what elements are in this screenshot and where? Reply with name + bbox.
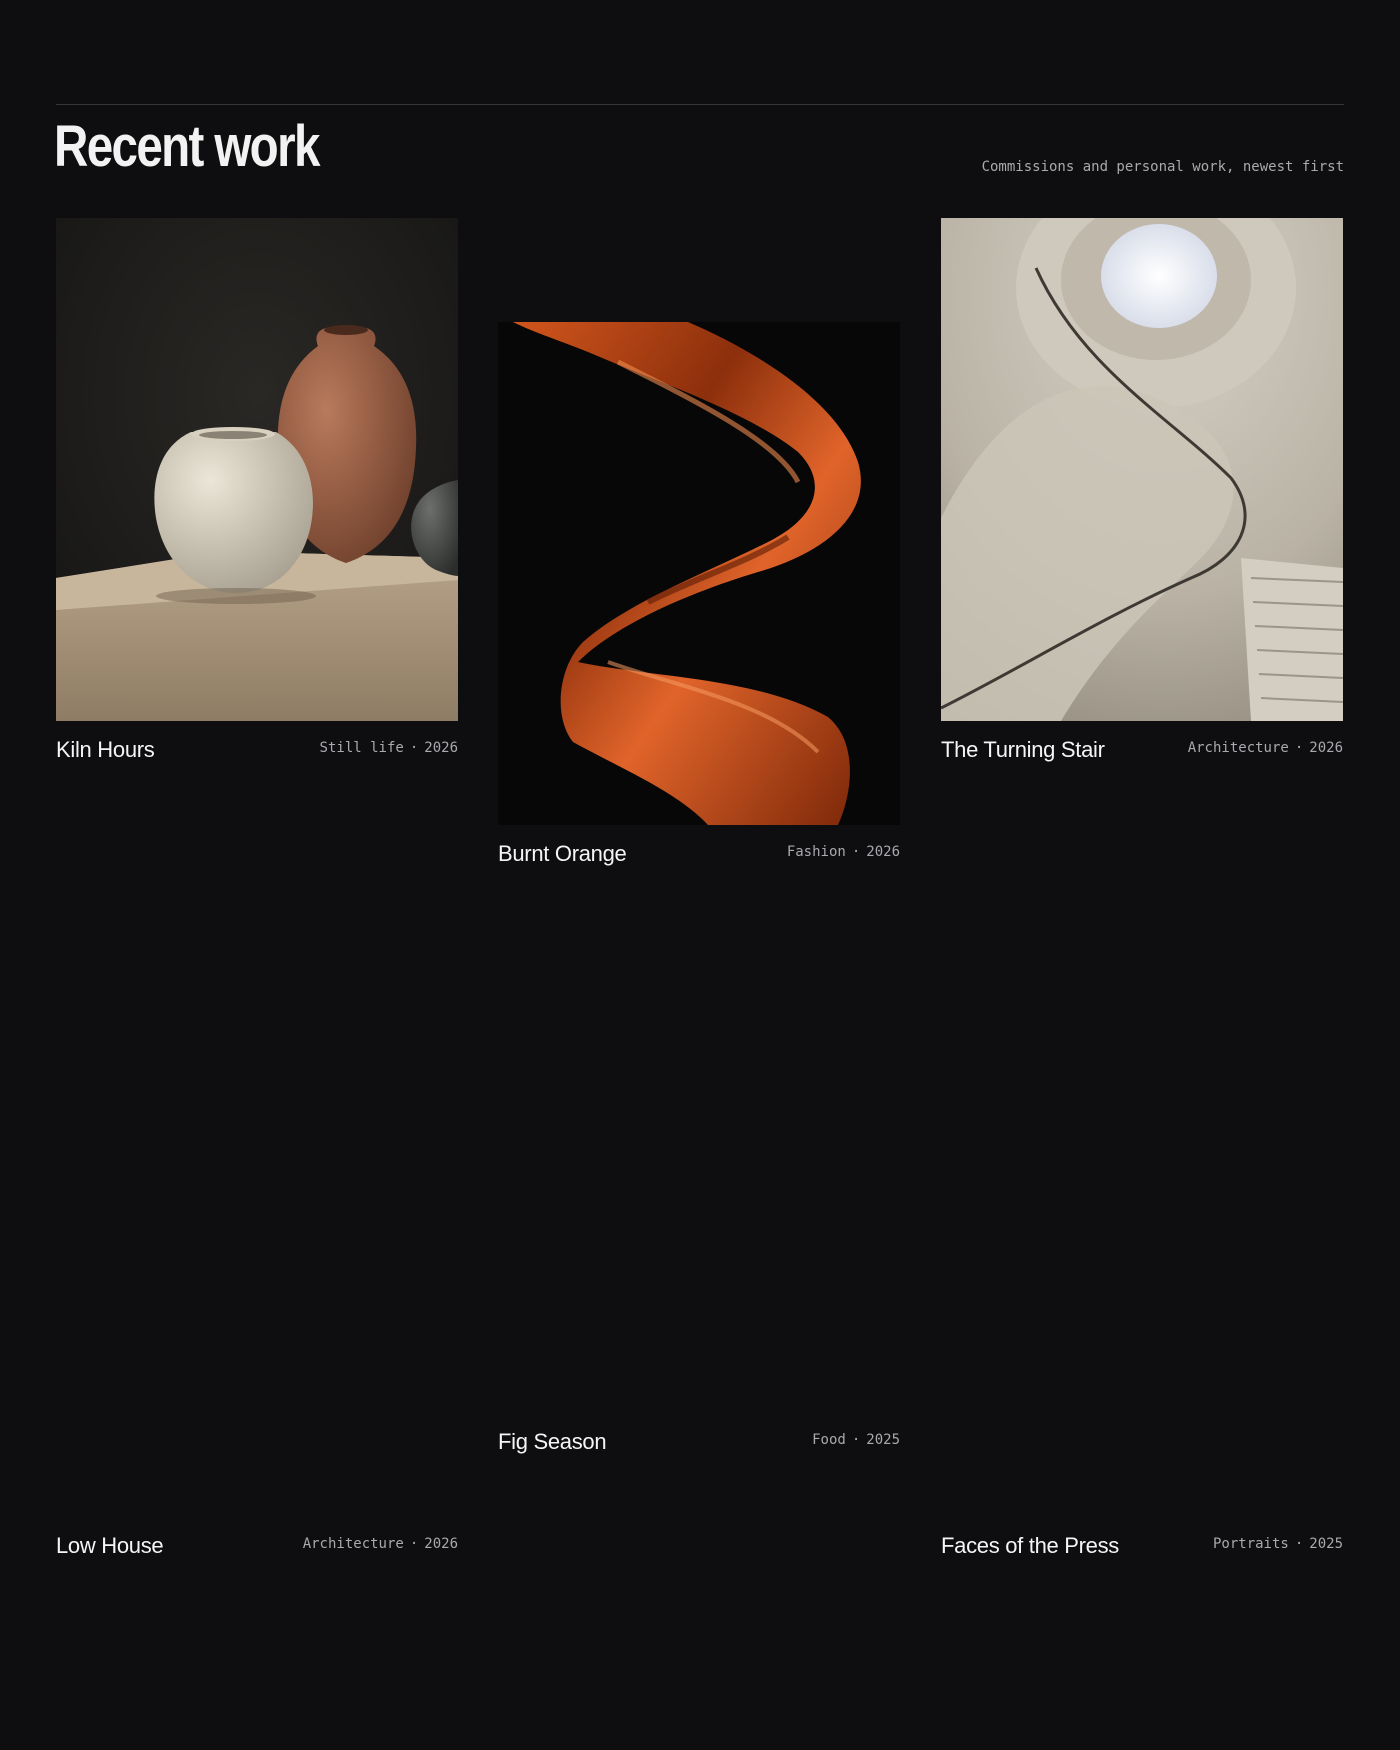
project-title[interactable]: Kiln Hours (56, 736, 155, 764)
project-title[interactable]: The Turning Stair (941, 736, 1105, 764)
project-caption: Faces of the Press Portraits · 2025 (941, 1532, 1343, 1562)
project-meta: Still life · 2026 (319, 740, 458, 756)
project-meta: Architecture · 2026 (1187, 740, 1343, 756)
project-caption: Burnt Orange Fashion · 2026 (498, 840, 900, 870)
project-title[interactable]: Faces of the Press (941, 1532, 1119, 1560)
page-subtitle: Commissions and personal work, newest fi… (981, 159, 1344, 175)
project-title[interactable]: Fig Season (498, 1428, 607, 1456)
project-image-spiral-staircase[interactable] (941, 218, 1343, 721)
project-meta: Architecture · 2026 (302, 1536, 458, 1552)
project-caption: Low House Architecture · 2026 (56, 1532, 458, 1562)
project-meta: Food · 2025 (812, 1432, 900, 1448)
project-card-kiln-hours[interactable]: Kiln Hours Still life · 2026 (56, 218, 458, 762)
project-caption: Kiln Hours Still life · 2026 (56, 736, 458, 766)
project-meta: Portraits · 2025 (1212, 1536, 1343, 1552)
project-image-ceramic-vases[interactable] (56, 218, 458, 721)
project-title[interactable]: Burnt Orange (498, 840, 627, 868)
project-meta: Fashion · 2026 (786, 844, 900, 860)
header-divider (56, 104, 1344, 105)
project-title[interactable]: Low House (56, 1532, 164, 1560)
project-image-orange-silk[interactable] (498, 322, 900, 825)
project-caption: Fig Season Food · 2025 (498, 1428, 900, 1458)
page-title: Recent work (54, 114, 320, 179)
project-caption: The Turning Stair Architecture · 2026 (941, 736, 1343, 766)
project-card-burnt-orange[interactable]: Burnt Orange Fashion · 2026 (498, 322, 900, 866)
project-card-turning-stair[interactable]: The Turning Stair Architecture · 2026 (941, 218, 1343, 762)
